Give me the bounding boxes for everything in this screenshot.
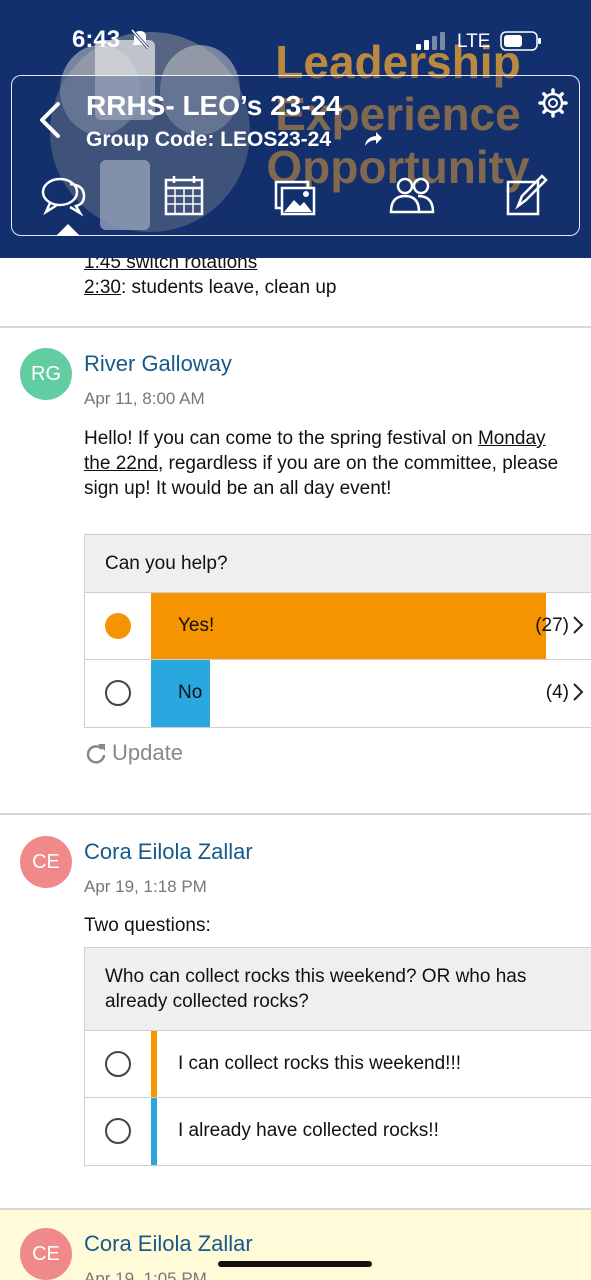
post-divider bbox=[0, 813, 591, 815]
active-tab-indicator bbox=[56, 224, 80, 236]
post-timestamp: Apr 11, 8:00 AM bbox=[84, 389, 205, 408]
status-time: 6:43 bbox=[72, 26, 121, 53]
poll-option-label: No bbox=[178, 682, 203, 703]
post-timestamp: Apr 19, 1:18 PM bbox=[84, 877, 207, 896]
group-code: Group Code: LEOS23-24 bbox=[86, 128, 332, 151]
poll-option-yes[interactable]: Yes! (27) bbox=[85, 593, 591, 660]
vote-count[interactable]: (4) bbox=[546, 682, 569, 704]
gear-icon[interactable] bbox=[538, 88, 568, 118]
previous-post-text: 1:45 switch rotations 2:30: students lea… bbox=[84, 258, 337, 298]
poll-option-label: I already have collected rocks!! bbox=[178, 1120, 439, 1141]
update-button[interactable]: Update bbox=[84, 740, 183, 766]
option-color-stripe bbox=[151, 1031, 157, 1097]
chat-bubbles-icon[interactable] bbox=[40, 172, 88, 220]
group-title: RRHS- LEO’s 23-24 bbox=[86, 90, 342, 121]
poll-option-label: I can collect rocks this weekend!!! bbox=[178, 1053, 462, 1074]
poll-question: Who can collect rocks this weekend? OR w… bbox=[85, 948, 591, 1031]
poll-option[interactable]: I can collect rocks this weekend!!! bbox=[85, 1031, 591, 1098]
app-header: Leadership Experience Opportunity 6:43 L… bbox=[0, 0, 591, 258]
chevron-right-icon[interactable] bbox=[571, 680, 585, 704]
compose-icon[interactable] bbox=[502, 172, 550, 220]
group-info-card: RRHS- LEO’s 23-24 Group Code: LEOS23-24 bbox=[11, 75, 580, 236]
post-divider bbox=[0, 1208, 591, 1210]
poll-option-no[interactable]: No (4) bbox=[85, 660, 591, 727]
highlighted-post: CE Cora Eilola Zallar Apr 19, 1:05 PM bbox=[0, 1208, 591, 1280]
radio-unselected[interactable] bbox=[105, 1118, 131, 1144]
radio-unselected[interactable] bbox=[105, 1051, 131, 1077]
refresh-icon bbox=[86, 744, 106, 764]
photos-icon[interactable] bbox=[272, 172, 320, 220]
poll-question: Can you help? bbox=[85, 535, 591, 593]
network-type: LTE bbox=[457, 31, 491, 52]
radio-unselected[interactable] bbox=[105, 680, 131, 706]
post-author[interactable]: Cora Eilola Zallar bbox=[84, 839, 253, 865]
post-author[interactable]: River Galloway bbox=[84, 351, 232, 377]
share-arrow-icon[interactable] bbox=[362, 128, 384, 150]
calendar-icon[interactable] bbox=[160, 172, 208, 220]
status-bar: 6:43 LTE bbox=[0, 22, 591, 62]
post-timestamp: Apr 19, 1:05 PM bbox=[84, 1269, 207, 1280]
home-indicator bbox=[218, 1261, 372, 1267]
poll-card: Who can collect rocks this weekend? OR w… bbox=[84, 947, 591, 1166]
post-divider bbox=[0, 326, 591, 328]
avatar[interactable]: CE bbox=[20, 1228, 72, 1280]
post-message: Hello! If you can come to the spring fes… bbox=[84, 428, 559, 499]
battery-icon bbox=[500, 31, 541, 51]
chevron-right-icon[interactable] bbox=[571, 613, 585, 637]
poll-option[interactable]: I already have collected rocks!! bbox=[85, 1098, 591, 1165]
signal-strength-icon bbox=[416, 32, 445, 50]
members-icon[interactable] bbox=[388, 172, 436, 220]
bell-off-icon bbox=[130, 29, 150, 49]
avatar[interactable]: CE bbox=[20, 836, 72, 888]
message-feed[interactable]: 1:45 switch rotations 2:30: students lea… bbox=[0, 258, 591, 1280]
poll-option-label: Yes! bbox=[178, 615, 215, 636]
back-chevron-icon[interactable] bbox=[36, 100, 66, 140]
poll-card: Can you help? Yes! (27) No (4) bbox=[84, 534, 591, 728]
radio-selected[interactable] bbox=[105, 613, 131, 639]
vote-count[interactable]: (27) bbox=[535, 615, 569, 637]
avatar[interactable]: RG bbox=[20, 348, 72, 400]
post-message: Two questions: bbox=[84, 915, 211, 936]
post-author[interactable]: Cora Eilola Zallar bbox=[84, 1231, 253, 1257]
option-color-stripe bbox=[151, 1098, 157, 1165]
